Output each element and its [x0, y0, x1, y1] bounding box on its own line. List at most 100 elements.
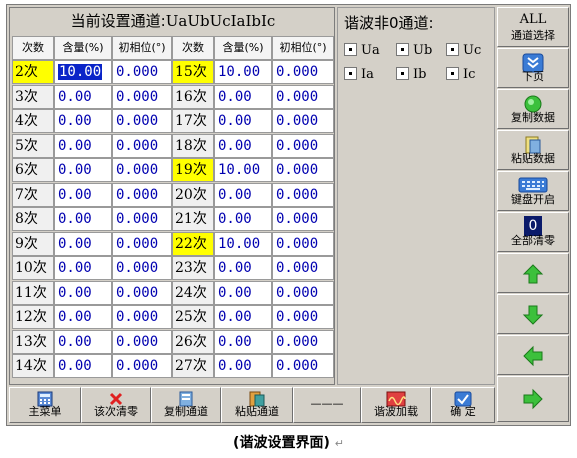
harmonic-order-cell[interactable]: 8次	[12, 207, 54, 231]
harmonic-load-button[interactable]: 谐波加载	[361, 387, 431, 423]
move-down-button[interactable]	[497, 294, 569, 334]
harmonic-order-cell[interactable]: 25次	[172, 305, 214, 329]
harmonic-order-cell[interactable]: 20次	[172, 182, 214, 207]
copy-data-button[interactable]: 复制数据	[497, 89, 569, 129]
content-cell[interactable]: 10.00	[214, 60, 272, 84]
clear-all-button[interactable]: 0 全部清零	[497, 212, 569, 252]
phase-cell[interactable]: 0.000	[272, 329, 334, 354]
confirm-button[interactable]: 确 定	[431, 387, 495, 423]
phase-cell[interactable]: 0.000	[272, 207, 334, 231]
phase-cell[interactable]: 0.000	[112, 158, 172, 182]
blank-button[interactable]: ———	[293, 387, 361, 423]
content-cell[interactable]: 0.00	[54, 305, 112, 329]
channel-checkbox-ic[interactable]: Ic	[446, 66, 475, 84]
clear-this-button[interactable]: 该次清零	[81, 387, 151, 423]
keyboard-toggle-button[interactable]: 键盘开启	[497, 171, 569, 211]
move-up-button[interactable]	[497, 253, 569, 293]
content-cell[interactable]: 0.00	[214, 305, 272, 329]
harmonic-order-cell[interactable]: 26次	[172, 329, 214, 354]
content-cell[interactable]: 0.00	[214, 329, 272, 354]
content-cell[interactable]: 0.00	[54, 133, 112, 158]
harmonic-order-cell[interactable]: 4次	[12, 109, 54, 133]
content-cell[interactable]: 10.00	[54, 60, 112, 84]
harmonic-order-cell[interactable]: 15次	[172, 60, 214, 84]
content-cell[interactable]: 10.00	[214, 231, 272, 256]
move-left-button[interactable]	[497, 335, 569, 375]
paste-channel-button[interactable]: 粘贴通道	[221, 387, 293, 423]
channel-checkbox-ua[interactable]: Ua	[344, 42, 380, 60]
content-cell[interactable]: 0.00	[214, 182, 272, 207]
content-cell[interactable]: 0.00	[54, 329, 112, 354]
phase-cell[interactable]: 0.000	[112, 109, 172, 133]
channel-checkbox-ia[interactable]: Ia	[344, 66, 374, 84]
content-cell[interactable]: 10.00	[214, 158, 272, 182]
content-cell[interactable]: 0.00	[54, 256, 112, 280]
harmonic-order-cell[interactable]: 6次	[12, 158, 54, 182]
phase-cell[interactable]: 0.000	[112, 84, 172, 109]
phase-cell[interactable]: 0.000	[272, 182, 334, 207]
harmonic-order-cell[interactable]: 11次	[12, 280, 54, 305]
phase-cell[interactable]: 0.000	[272, 60, 334, 84]
content-cell[interactable]: 0.00	[54, 158, 112, 182]
harmonic-order-cell[interactable]: 16次	[172, 84, 214, 109]
channel-checkbox-uc[interactable]: Uc	[446, 42, 481, 60]
content-cell[interactable]: 0.00	[54, 109, 112, 133]
phase-cell[interactable]: 0.000	[272, 133, 334, 158]
phase-cell[interactable]: 0.000	[272, 280, 334, 305]
harmonic-order-cell[interactable]: 22次	[172, 231, 214, 256]
phase-cell[interactable]: 0.000	[112, 207, 172, 231]
phase-cell[interactable]: 0.000	[112, 182, 172, 207]
phase-cell[interactable]: 0.000	[272, 84, 334, 109]
phase-cell[interactable]: 0.000	[272, 158, 334, 182]
main-menu-button[interactable]: 主菜单	[9, 387, 81, 423]
harmonic-order-cell[interactable]: 13次	[12, 329, 54, 354]
content-cell[interactable]: 0.00	[214, 84, 272, 109]
content-cell[interactable]: 0.00	[54, 207, 112, 231]
harmonic-order-cell[interactable]: 19次	[172, 158, 214, 182]
channel-select-button[interactable]: ALL 通道选择	[497, 7, 569, 47]
phase-cell[interactable]: 0.000	[112, 329, 172, 354]
content-cell[interactable]: 0.00	[54, 182, 112, 207]
content-cell[interactable]: 0.00	[214, 133, 272, 158]
phase-cell[interactable]: 0.000	[112, 305, 172, 329]
channel-checkbox-ub[interactable]: Ub	[396, 42, 432, 60]
harmonic-order-cell[interactable]: 18次	[172, 133, 214, 158]
harmonic-order-cell[interactable]: 17次	[172, 109, 214, 133]
content-cell[interactable]: 0.00	[54, 84, 112, 109]
phase-cell[interactable]: 0.000	[112, 354, 172, 378]
move-right-button[interactable]	[497, 376, 569, 422]
harmonic-order-cell[interactable]: 3次	[12, 84, 54, 109]
harmonic-order-cell[interactable]: 5次	[12, 133, 54, 158]
phase-cell[interactable]: 0.000	[112, 133, 172, 158]
content-cell[interactable]: 0.00	[214, 109, 272, 133]
channel-checkbox-ib[interactable]: Ib	[396, 66, 426, 84]
content-cell[interactable]: 0.00	[54, 280, 112, 305]
harmonic-order-cell[interactable]: 2次	[12, 60, 54, 84]
content-cell[interactable]: 0.00	[214, 280, 272, 305]
harmonic-order-cell[interactable]: 9次	[12, 231, 54, 256]
harmonic-order-cell[interactable]: 23次	[172, 256, 214, 280]
phase-cell[interactable]: 0.000	[112, 60, 172, 84]
harmonic-order-cell[interactable]: 21次	[172, 207, 214, 231]
harmonic-order-cell[interactable]: 27次	[172, 354, 214, 378]
phase-cell[interactable]: 0.000	[112, 280, 172, 305]
paste-data-button[interactable]: 粘贴数据	[497, 130, 569, 170]
harmonic-order-cell[interactable]: 14次	[12, 354, 54, 378]
phase-cell[interactable]: 0.000	[272, 354, 334, 378]
phase-cell[interactable]: 0.000	[272, 109, 334, 133]
harmonic-order-cell[interactable]: 7次	[12, 182, 54, 207]
phase-cell[interactable]: 0.000	[272, 305, 334, 329]
copy-channel-button[interactable]: 复制通道	[151, 387, 221, 423]
content-cell[interactable]: 0.00	[214, 207, 272, 231]
content-cell[interactable]: 0.00	[54, 354, 112, 378]
harmonic-order-cell[interactable]: 10次	[12, 256, 54, 280]
content-cell[interactable]: 0.00	[214, 256, 272, 280]
content-cell[interactable]: 0.00	[214, 354, 272, 378]
phase-cell[interactable]: 0.000	[112, 231, 172, 256]
phase-cell[interactable]: 0.000	[112, 256, 172, 280]
phase-cell[interactable]: 0.000	[272, 231, 334, 256]
next-page-button[interactable]: 下页	[497, 48, 569, 88]
content-cell[interactable]: 0.00	[54, 231, 112, 256]
phase-cell[interactable]: 0.000	[272, 256, 334, 280]
harmonic-order-cell[interactable]: 24次	[172, 280, 214, 305]
